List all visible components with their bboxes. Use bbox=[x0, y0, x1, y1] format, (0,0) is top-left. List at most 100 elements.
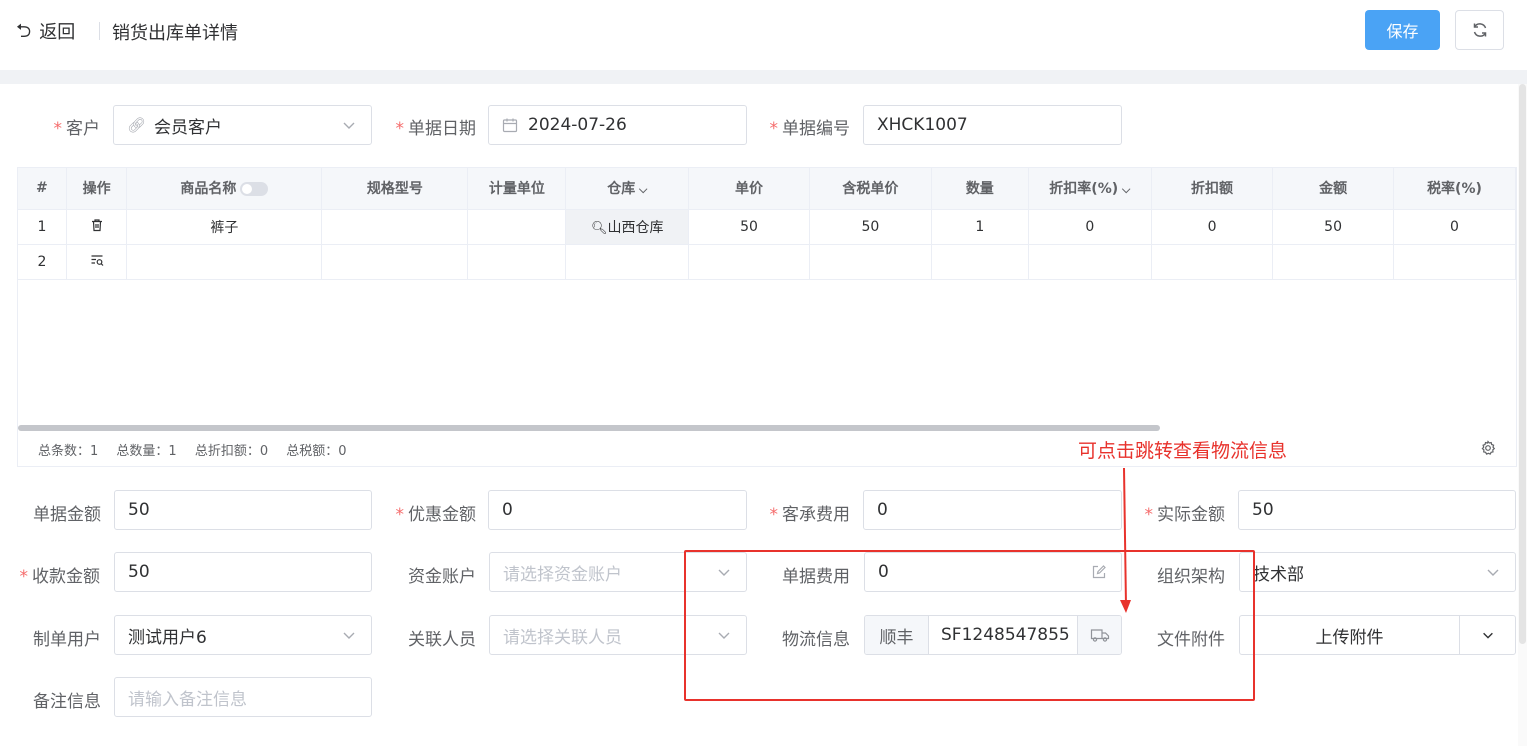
received-amount-value: 50 bbox=[128, 562, 150, 582]
upload-dropdown-button[interactable] bbox=[1459, 616, 1515, 654]
cell-index: 2 bbox=[18, 244, 67, 280]
customer-fee-value: 0 bbox=[877, 500, 888, 520]
required-mark: * bbox=[53, 119, 63, 139]
cell-unit bbox=[467, 209, 567, 245]
col-header-tax-rate: 税率(%) bbox=[1393, 168, 1516, 210]
account-label: 资金账户 bbox=[408, 567, 476, 587]
save-button[interactable]: 保存 bbox=[1365, 10, 1440, 50]
table-header-row: # 操作 商品名称 规格型号 计量单位 仓库 ⌵ 单价 含税单价 数量 折扣率(… bbox=[18, 168, 1516, 210]
required-mark: * bbox=[1144, 505, 1154, 525]
number-field[interactable]: XHCK1007 bbox=[863, 105, 1122, 145]
discount-amount-label: * 优惠金额 bbox=[395, 505, 477, 525]
related-placeholder: 请选择关联人员 bbox=[503, 627, 622, 648]
cell-discount-amount[interactable] bbox=[1151, 244, 1274, 280]
col-header-amount: 金额 bbox=[1272, 168, 1394, 210]
customer-fee-label: * 客承费用 bbox=[769, 505, 851, 525]
col-header-discount-rate[interactable]: 折扣率(%) ⌵ bbox=[1028, 168, 1152, 210]
customer-value: 会员客户 bbox=[154, 117, 223, 138]
chevron-down-icon bbox=[1487, 569, 1499, 576]
cell-product[interactable]: 裤子 bbox=[126, 209, 323, 245]
cell-warehouse[interactable]: 🔍︎山西仓库 bbox=[565, 209, 690, 245]
page-scrollbar[interactable] bbox=[1518, 84, 1527, 746]
number-value: XHCK1007 bbox=[877, 115, 968, 135]
table-scrollbar-thumb[interactable] bbox=[18, 425, 1160, 431]
required-mark: * bbox=[395, 119, 405, 139]
creator-select[interactable]: 测试用户6 bbox=[114, 615, 372, 655]
col-header-unit: 计量单位 bbox=[467, 168, 567, 210]
date-picker[interactable]: 2024-07-26 bbox=[488, 105, 747, 145]
col-header-warehouse-label: 仓库 bbox=[607, 181, 636, 198]
cell-product[interactable] bbox=[126, 244, 323, 280]
remark-field[interactable]: 请输入备注信息 bbox=[114, 677, 372, 717]
cell-tax-rate[interactable] bbox=[1393, 244, 1516, 280]
col-header-qty: 数量 bbox=[931, 168, 1029, 210]
cell-spec bbox=[321, 244, 469, 280]
received-amount-field[interactable]: 50 bbox=[114, 552, 372, 592]
cell-discount-rate[interactable]: 0 bbox=[1028, 209, 1152, 245]
page-header: ⮌ 返回 销货出库单详情 保存 bbox=[0, 0, 1527, 64]
table-row: 1 裤子 🔍︎山西仓库 50 50 1 0 0 50 0 bbox=[18, 209, 1516, 245]
chevron-down-icon: ⌵ bbox=[635, 183, 648, 197]
col-header-product: 商品名称 bbox=[126, 168, 323, 210]
cell-warehouse[interactable] bbox=[565, 244, 690, 280]
summary-total-tax: 总税额：0 bbox=[286, 444, 347, 459]
trash-icon[interactable] bbox=[90, 218, 104, 232]
actual-amount-field[interactable]: 50 bbox=[1238, 490, 1516, 530]
summary-total-discount: 总折扣额：0 bbox=[194, 444, 269, 459]
refresh-icon bbox=[1473, 23, 1486, 37]
col-header-discount-amount: 折扣额 bbox=[1151, 168, 1274, 210]
discount-amount-value: 0 bbox=[502, 500, 513, 520]
annotation-highlight-box bbox=[684, 550, 1255, 701]
cell-price[interactable] bbox=[688, 244, 810, 280]
col-header-price: 单价 bbox=[688, 168, 810, 210]
cell-qty[interactable] bbox=[931, 244, 1029, 280]
back-button[interactable]: ⮌ 返回 bbox=[16, 18, 75, 44]
col-header-actions: 操作 bbox=[66, 168, 128, 210]
discount-amount-field[interactable]: 0 bbox=[488, 490, 747, 530]
summary-total-qty: 总数量：1 bbox=[116, 444, 177, 459]
chevron-down-icon bbox=[343, 122, 355, 129]
refresh-button[interactable] bbox=[1455, 10, 1504, 50]
cell-tax-price[interactable]: 50 bbox=[809, 209, 932, 245]
table-summary: 总条数：1 总数量：1 总折扣额：0 总税额：0 bbox=[38, 440, 361, 459]
remark-label: 备注信息 bbox=[33, 692, 101, 712]
col-header-tax-price: 含税单价 bbox=[809, 168, 932, 210]
cell-discount-rate[interactable] bbox=[1028, 244, 1152, 280]
page-scrollbar-thumb[interactable] bbox=[1519, 84, 1526, 644]
search-list-icon[interactable] bbox=[90, 253, 104, 267]
upload-button[interactable]: 上传附件 bbox=[1240, 616, 1459, 654]
cell-price[interactable]: 50 bbox=[688, 209, 810, 245]
customer-fee-field[interactable]: 0 bbox=[863, 490, 1122, 530]
bill-amount-field[interactable]: 50 bbox=[114, 490, 372, 530]
account-placeholder: 请选择资金账户 bbox=[503, 564, 622, 585]
cell-index: 1 bbox=[18, 209, 67, 245]
col-header-discount-rate-label: 折扣率(%) bbox=[1049, 181, 1119, 198]
table-horizontal-scrollbar[interactable] bbox=[18, 425, 1516, 431]
cell-discount-amount[interactable]: 0 bbox=[1151, 209, 1274, 245]
cell-amount[interactable]: 50 bbox=[1272, 209, 1394, 245]
col-header-spec: 规格型号 bbox=[321, 168, 469, 210]
cell-tax-price[interactable] bbox=[809, 244, 932, 280]
page-title: 销货出库单详情 bbox=[112, 23, 238, 44]
chevron-down-icon bbox=[343, 632, 355, 639]
cell-actions bbox=[66, 244, 128, 280]
chevron-down-icon: ⌵ bbox=[1118, 183, 1131, 197]
org-select[interactable]: 技术部 bbox=[1239, 552, 1516, 592]
bill-amount-label: 单据金额 bbox=[33, 505, 101, 525]
cell-spec bbox=[321, 209, 469, 245]
date-value: 2024-07-26 bbox=[528, 115, 627, 135]
cell-unit bbox=[467, 244, 567, 280]
calendar-icon bbox=[502, 118, 518, 133]
summary-total-count: 总条数：1 bbox=[38, 444, 99, 459]
col-header-warehouse[interactable]: 仓库 ⌵ bbox=[565, 168, 690, 210]
cell-amount[interactable] bbox=[1272, 244, 1394, 280]
cell-qty[interactable]: 1 bbox=[931, 209, 1029, 245]
product-name-toggle[interactable] bbox=[240, 182, 269, 197]
header-divider bbox=[99, 22, 100, 40]
received-amount-label: * 收款金额 bbox=[19, 567, 101, 587]
customer-select[interactable]: 🔗︎ 会员客户 bbox=[113, 105, 372, 145]
col-header-index: # bbox=[18, 168, 67, 210]
cell-warehouse-value: 山西仓库 bbox=[607, 219, 664, 236]
cell-tax-rate[interactable]: 0 bbox=[1393, 209, 1516, 245]
gear-icon[interactable] bbox=[1480, 440, 1496, 456]
